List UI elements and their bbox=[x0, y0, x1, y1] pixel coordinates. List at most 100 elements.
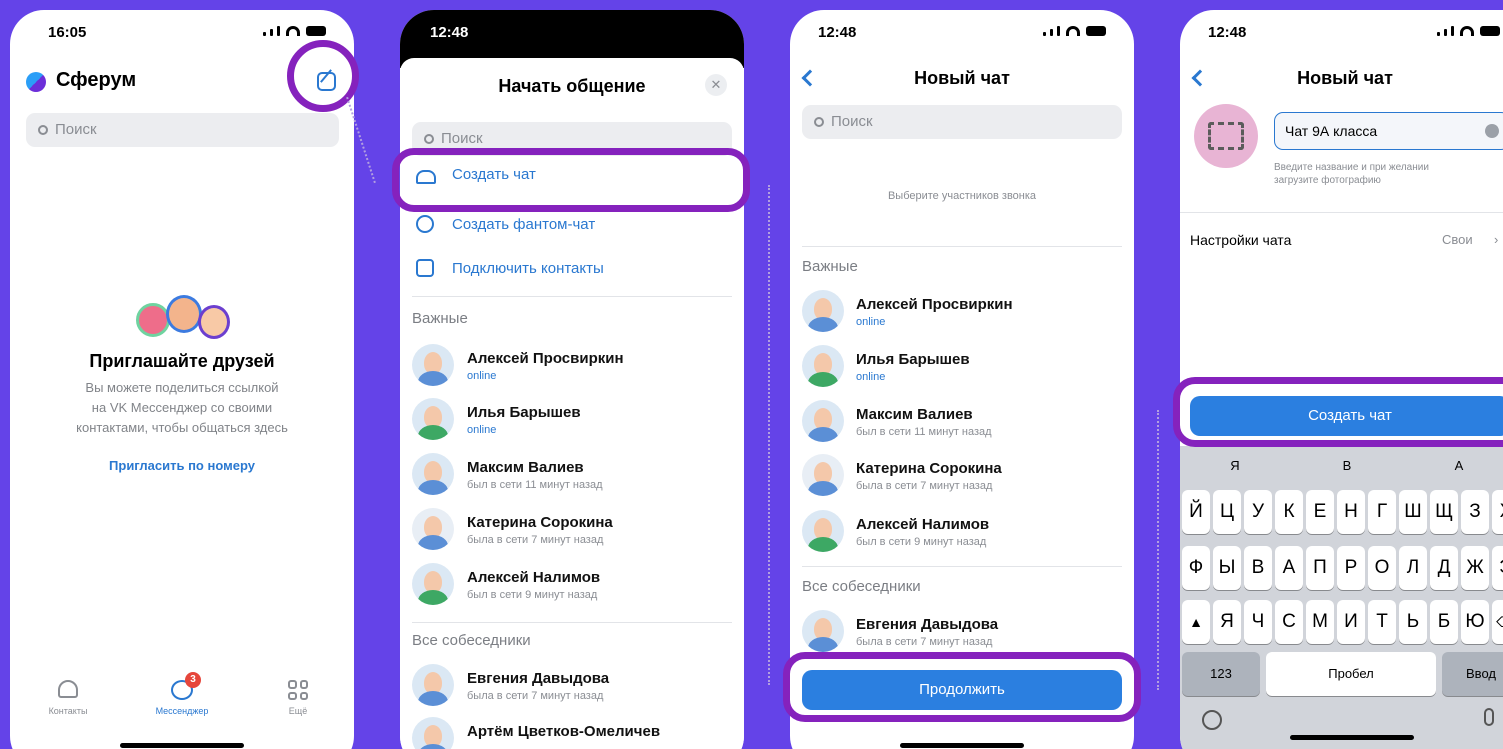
key[interactable]: Н bbox=[1337, 490, 1365, 534]
key[interactable]: Я bbox=[1213, 600, 1241, 644]
contact-row[interactable]: Алексей Просвиркин online bbox=[790, 286, 1134, 342]
contact-status: была в сети 7 минут назад bbox=[856, 480, 993, 492]
contact-row[interactable]: Евгения Давыдова была в сети 7 минут наза… bbox=[400, 660, 744, 716]
contact-row[interactable]: Илья Барышев online bbox=[400, 394, 744, 450]
key[interactable]: О bbox=[1368, 546, 1396, 590]
chat-settings-row[interactable]: Настройки чата Свои › bbox=[1180, 232, 1503, 256]
key[interactable]: Ш bbox=[1399, 490, 1427, 534]
nav-messenger[interactable]: 3 Мессенджер bbox=[142, 672, 222, 716]
suggestion-2[interactable]: В bbox=[1292, 458, 1402, 473]
key[interactable]: Р bbox=[1337, 546, 1365, 590]
key[interactable]: А bbox=[1275, 546, 1303, 590]
search-input[interactable]: Поиск bbox=[26, 113, 339, 147]
search-input[interactable]: Поиск bbox=[802, 105, 1122, 139]
key[interactable]: У bbox=[1244, 490, 1272, 534]
phone-screen-1: 16:05 Сферум Поиск Приглашайте друзей Вы… bbox=[10, 10, 354, 749]
nav-contacts[interactable]: Контакты bbox=[28, 672, 108, 716]
key[interactable]: Ж bbox=[1461, 546, 1489, 590]
suggestion-3[interactable]: А bbox=[1404, 458, 1503, 473]
key[interactable]: Г bbox=[1368, 490, 1396, 534]
status-time: 12:48 bbox=[430, 24, 469, 41]
contact-name: Алексей Просвиркин bbox=[856, 296, 1013, 313]
contact-status: online bbox=[467, 424, 497, 436]
contact-row[interactable]: Артём Цветков-Омеличев bbox=[400, 713, 744, 749]
search-icon bbox=[38, 125, 48, 135]
key[interactable]: Ч bbox=[1244, 600, 1272, 644]
contact-status: online bbox=[856, 371, 886, 383]
key[interactable]: Ф bbox=[1182, 546, 1210, 590]
invite-desc-line-3: контактами, чтобы общаться здесь bbox=[76, 420, 288, 435]
section-important: Важные bbox=[412, 310, 468, 327]
key[interactable]: Е bbox=[1306, 490, 1334, 534]
action-connect-contacts[interactable]: Подключить контакты bbox=[400, 259, 744, 289]
key[interactable]: Ц bbox=[1213, 490, 1241, 534]
contact-row[interactable]: Катерина Сорокина была в сети 7 минут наз… bbox=[790, 450, 1134, 506]
nav-more[interactable]: Ещё bbox=[258, 672, 338, 716]
chat-name-input[interactable]: Чат 9А класса bbox=[1274, 112, 1503, 150]
key[interactable]: Х bbox=[1492, 490, 1503, 534]
close-icon[interactable]: ✕ bbox=[705, 74, 727, 96]
invite-by-number-link[interactable]: Пригласить по номеру bbox=[10, 458, 354, 473]
key[interactable]: Ы bbox=[1213, 546, 1241, 590]
key[interactable]: П bbox=[1306, 546, 1334, 590]
sferum-logo-icon bbox=[26, 72, 46, 92]
grid-icon bbox=[288, 680, 308, 700]
chat-name-value: Чат 9А класса bbox=[1285, 123, 1378, 139]
keyboard: Я В А Й Ц У К Е Н Г Ш Щ З Х Ф Ы В А П Р … bbox=[1180, 446, 1503, 749]
key[interactable]: С bbox=[1275, 600, 1303, 644]
name-hint-line-1: Введите название и при желании bbox=[1274, 162, 1429, 173]
contact-row[interactable]: Алексей Просвиркин online bbox=[400, 340, 744, 396]
key[interactable]: Б bbox=[1430, 600, 1458, 644]
key[interactable]: Л bbox=[1399, 546, 1427, 590]
contact-row[interactable]: Катерина Сорокина была в сети 7 минут наз… bbox=[400, 504, 744, 560]
home-indicator bbox=[120, 743, 244, 748]
contact-row[interactable]: Алексей Налимов был в сети 9 минут назад bbox=[790, 506, 1134, 562]
key[interactable]: Д bbox=[1430, 546, 1458, 590]
clear-icon[interactable] bbox=[1485, 124, 1499, 138]
unread-badge: 3 bbox=[185, 672, 201, 688]
signal-icons bbox=[263, 26, 326, 36]
key[interactable]: Й bbox=[1182, 490, 1210, 534]
shift-key[interactable]: ▲ bbox=[1182, 600, 1210, 644]
numbers-key[interactable]: 123 bbox=[1182, 652, 1260, 696]
key[interactable]: Ь bbox=[1399, 600, 1427, 644]
contact-row[interactable]: Алексей Налимов был в сети 9 минут назад bbox=[400, 559, 744, 615]
divider bbox=[802, 246, 1122, 247]
search-icon bbox=[424, 134, 434, 144]
key[interactable]: В bbox=[1244, 546, 1272, 590]
status-time: 16:05 bbox=[48, 24, 87, 41]
contact-row[interactable]: Максим Валиев был в сети 11 минут назад bbox=[790, 396, 1134, 452]
avatar bbox=[802, 290, 844, 332]
key[interactable]: Т bbox=[1368, 600, 1396, 644]
contact-name: Илья Барышев bbox=[856, 351, 970, 368]
key[interactable]: З bbox=[1461, 490, 1489, 534]
key[interactable]: М bbox=[1306, 600, 1334, 644]
section-important: Важные bbox=[802, 258, 858, 275]
globe-icon[interactable] bbox=[1202, 710, 1222, 730]
screen-title: Новый чат bbox=[914, 68, 1010, 88]
backspace-key[interactable]: ⌫ bbox=[1492, 600, 1503, 644]
microphone-icon[interactable] bbox=[1484, 708, 1494, 726]
avatar bbox=[412, 563, 454, 605]
contact-status: был в сети 9 минут назад bbox=[856, 536, 987, 548]
search-icon bbox=[814, 117, 824, 127]
contact-row[interactable]: Максим Валиев был в сети 11 минут назад bbox=[400, 449, 744, 505]
app-title: Сферум bbox=[56, 69, 137, 91]
search-placeholder: Поиск bbox=[831, 113, 873, 130]
chat-photo-upload[interactable] bbox=[1194, 104, 1258, 168]
contact-row[interactable]: Илья Барышев online bbox=[790, 341, 1134, 397]
invite-title: Приглашайте друзей bbox=[89, 351, 275, 371]
key[interactable]: И bbox=[1337, 600, 1365, 644]
suggestion-1[interactable]: Я bbox=[1180, 458, 1290, 473]
enter-key[interactable]: Ввод bbox=[1442, 652, 1503, 696]
chat-settings-label: Настройки чата bbox=[1190, 232, 1292, 248]
signal-icons bbox=[1043, 26, 1106, 36]
key[interactable]: Щ bbox=[1430, 490, 1458, 534]
phone-screen-2: 12:48 Начать общение ✕ Поиск Создать чат… bbox=[400, 10, 744, 749]
space-key[interactable]: Пробел bbox=[1266, 652, 1436, 696]
contact-card-icon bbox=[416, 259, 434, 277]
key[interactable]: Ю bbox=[1461, 600, 1489, 644]
key[interactable]: Э bbox=[1492, 546, 1503, 590]
action-create-phantom-chat[interactable]: Создать фантом-чат bbox=[400, 215, 744, 245]
key[interactable]: К bbox=[1275, 490, 1303, 534]
